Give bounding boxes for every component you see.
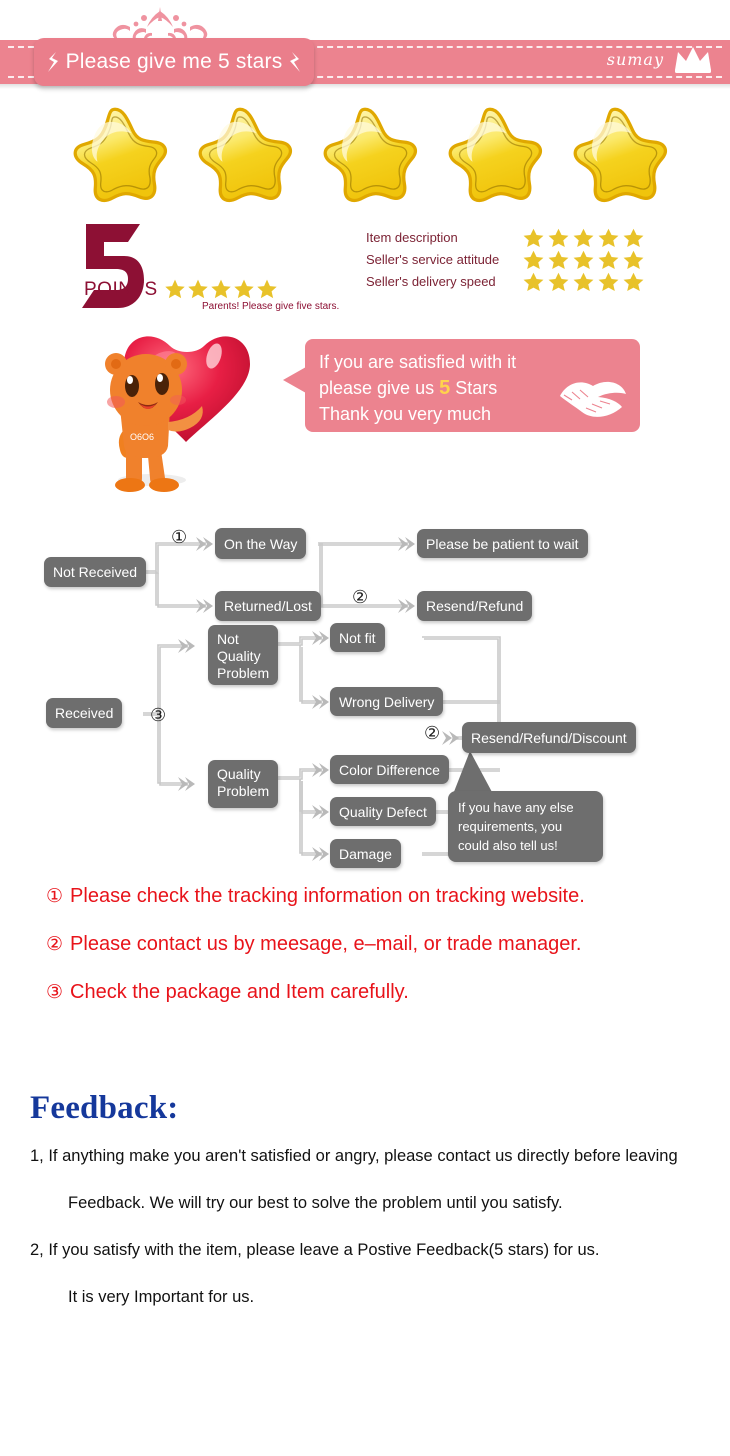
points-star-row bbox=[164, 278, 278, 300]
flow-box-be-patient[interactable]: Please be patient to wait bbox=[417, 529, 588, 558]
bubble-line-2-post: Stars bbox=[455, 378, 498, 398]
flow-box-color-difference[interactable]: Color Difference bbox=[330, 755, 449, 784]
feedback-line: It is very Important for us. bbox=[68, 1288, 255, 1306]
rating-star-row bbox=[521, 227, 646, 248]
star-icon bbox=[548, 250, 569, 269]
star-icon bbox=[198, 107, 293, 202]
instruction-number: ① bbox=[46, 885, 64, 907]
flow-callout-extra-requirements: If you have any else requirements, you c… bbox=[448, 791, 603, 862]
fleur-ornament-icon bbox=[290, 52, 301, 72]
satisfaction-message-row: O6O6 If you are satisfied with it please… bbox=[0, 325, 730, 515]
flow-box-on-the-way[interactable]: On the Way bbox=[215, 528, 307, 559]
rating-label: Item description bbox=[366, 229, 458, 245]
star-icon bbox=[211, 279, 231, 299]
flow-box-not-fit[interactable]: Not fit bbox=[330, 623, 385, 652]
flow-box-returned-lost[interactable]: Returned/Lost bbox=[215, 591, 321, 621]
instruction-item: ① Please check the tracking information … bbox=[46, 885, 730, 933]
star-icon bbox=[523, 228, 544, 247]
rating-row: Item description bbox=[366, 226, 646, 248]
star-icon bbox=[73, 107, 168, 202]
instruction-item: ③ Check the package and Item carefully. bbox=[46, 981, 730, 1029]
flow-box-not-quality-problem[interactable]: Not Quality Problem bbox=[208, 625, 278, 685]
instruction-list: ① Please check the tracking information … bbox=[46, 885, 730, 1029]
bubble-star-count: 5 bbox=[439, 377, 451, 399]
header-title-pill: Please give me 5 stars bbox=[34, 38, 314, 86]
speech-bubble-tail bbox=[283, 367, 306, 393]
feedback-line: 2, If you satisfy with the item, please … bbox=[30, 1241, 600, 1259]
star-icon bbox=[598, 228, 619, 247]
instruction-item: ② Please contact us by meesage, e–mail, … bbox=[46, 933, 730, 981]
bubble-line-1: If you are satisfied with it bbox=[319, 352, 517, 372]
big-star-rating bbox=[60, 103, 670, 213]
flow-box-wrong-delivery[interactable]: Wrong Delivery bbox=[330, 687, 444, 716]
star-icon bbox=[257, 279, 277, 299]
brand-mark: sumay bbox=[607, 44, 714, 74]
rating-label: Seller's service attitude bbox=[366, 251, 500, 267]
star-icon bbox=[598, 272, 619, 291]
star-icon bbox=[448, 107, 543, 202]
star-icon bbox=[523, 272, 544, 291]
flow-box-received[interactable]: Received bbox=[46, 698, 123, 728]
star-icon bbox=[323, 107, 418, 202]
crown-icon bbox=[675, 47, 711, 73]
star-icon bbox=[234, 279, 254, 299]
instruction-number: ③ bbox=[46, 981, 64, 1003]
rating-label: Seller's delivery speed bbox=[366, 273, 496, 289]
points-note-text: Parents! Please give five stars. bbox=[202, 301, 340, 312]
page-header: Please give me 5 stars sumay bbox=[0, 0, 730, 100]
flow-box-quality-problem[interactable]: Quality Problem bbox=[208, 760, 278, 808]
order-issue-flowchart: Not Received On the Way Returned/Lost Pl… bbox=[0, 515, 730, 880]
flow-marker-3: ③ bbox=[150, 705, 167, 726]
flow-box-quality-defect[interactable]: Quality Defect bbox=[330, 797, 436, 826]
bear-holding-heart-icon: O6O6 bbox=[105, 336, 250, 492]
flow-marker-1: ① bbox=[171, 527, 188, 548]
rating-summary-row: POINTS Parents! Please give five stars. … bbox=[0, 222, 730, 317]
svg-text:O6O6: O6O6 bbox=[130, 432, 154, 442]
five-points-block: POINTS Parents! Please give five stars. bbox=[78, 222, 340, 312]
rating-row: Seller's service attitude bbox=[366, 248, 646, 270]
flow-box-resend-refund[interactable]: Resend/Refund bbox=[417, 591, 533, 621]
rating-star-row bbox=[521, 271, 646, 292]
instruction-text: Please contact us by meesage, e–mail, or… bbox=[70, 933, 582, 955]
star-icon bbox=[573, 228, 594, 247]
satisfaction-speech-bubble: If you are satisfied with it please give… bbox=[283, 339, 640, 432]
instruction-text: Check the package and Item carefully. bbox=[70, 981, 409, 1003]
flow-marker-2-top: ② bbox=[352, 587, 369, 608]
header-title-text: Please give me 5 stars bbox=[65, 50, 283, 73]
points-word-text: POINTS bbox=[84, 279, 158, 300]
star-icon bbox=[623, 272, 644, 291]
rating-criteria-table: Item description Seller's service attitu… bbox=[366, 226, 646, 292]
flow-box-damage[interactable]: Damage bbox=[330, 839, 401, 868]
flow-box-resend-refund-discount[interactable]: Resend/Refund/Discount bbox=[462, 722, 636, 753]
star-icon bbox=[573, 107, 668, 202]
lips-kiss-icon bbox=[560, 381, 626, 417]
star-icon bbox=[165, 279, 185, 299]
bubble-line-2-pre: please give us bbox=[319, 378, 435, 398]
star-icon bbox=[573, 272, 594, 291]
star-icon bbox=[623, 250, 644, 269]
brand-name-text: sumay bbox=[606, 49, 664, 69]
flow-box-not-received[interactable]: Not Received bbox=[44, 557, 147, 587]
flow-marker-2-bottom: ② bbox=[424, 723, 441, 744]
star-icon bbox=[548, 228, 569, 247]
feedback-promo-page: Please give me 5 stars sumay POINTS Pare… bbox=[0, 0, 730, 1456]
star-icon bbox=[573, 250, 594, 269]
star-icon bbox=[188, 279, 208, 299]
feedback-title: Feedback: bbox=[30, 1090, 179, 1126]
feedback-section: Feedback: 1, If anything make you aren't… bbox=[30, 1090, 730, 1321]
star-icon bbox=[623, 228, 644, 247]
star-icon bbox=[598, 250, 619, 269]
star-icon bbox=[548, 272, 569, 291]
fleur-ornament-icon bbox=[47, 52, 58, 72]
rating-star-row bbox=[521, 249, 646, 270]
instruction-text: Please check the tracking information on… bbox=[70, 885, 585, 907]
instruction-number: ② bbox=[46, 933, 64, 955]
feedback-line: Feedback. We will try our best to solve … bbox=[68, 1194, 563, 1212]
rating-row: Seller's delivery speed bbox=[366, 270, 646, 292]
star-icon bbox=[523, 250, 544, 269]
feedback-line: 1, If anything make you aren't satisfied… bbox=[30, 1147, 678, 1165]
